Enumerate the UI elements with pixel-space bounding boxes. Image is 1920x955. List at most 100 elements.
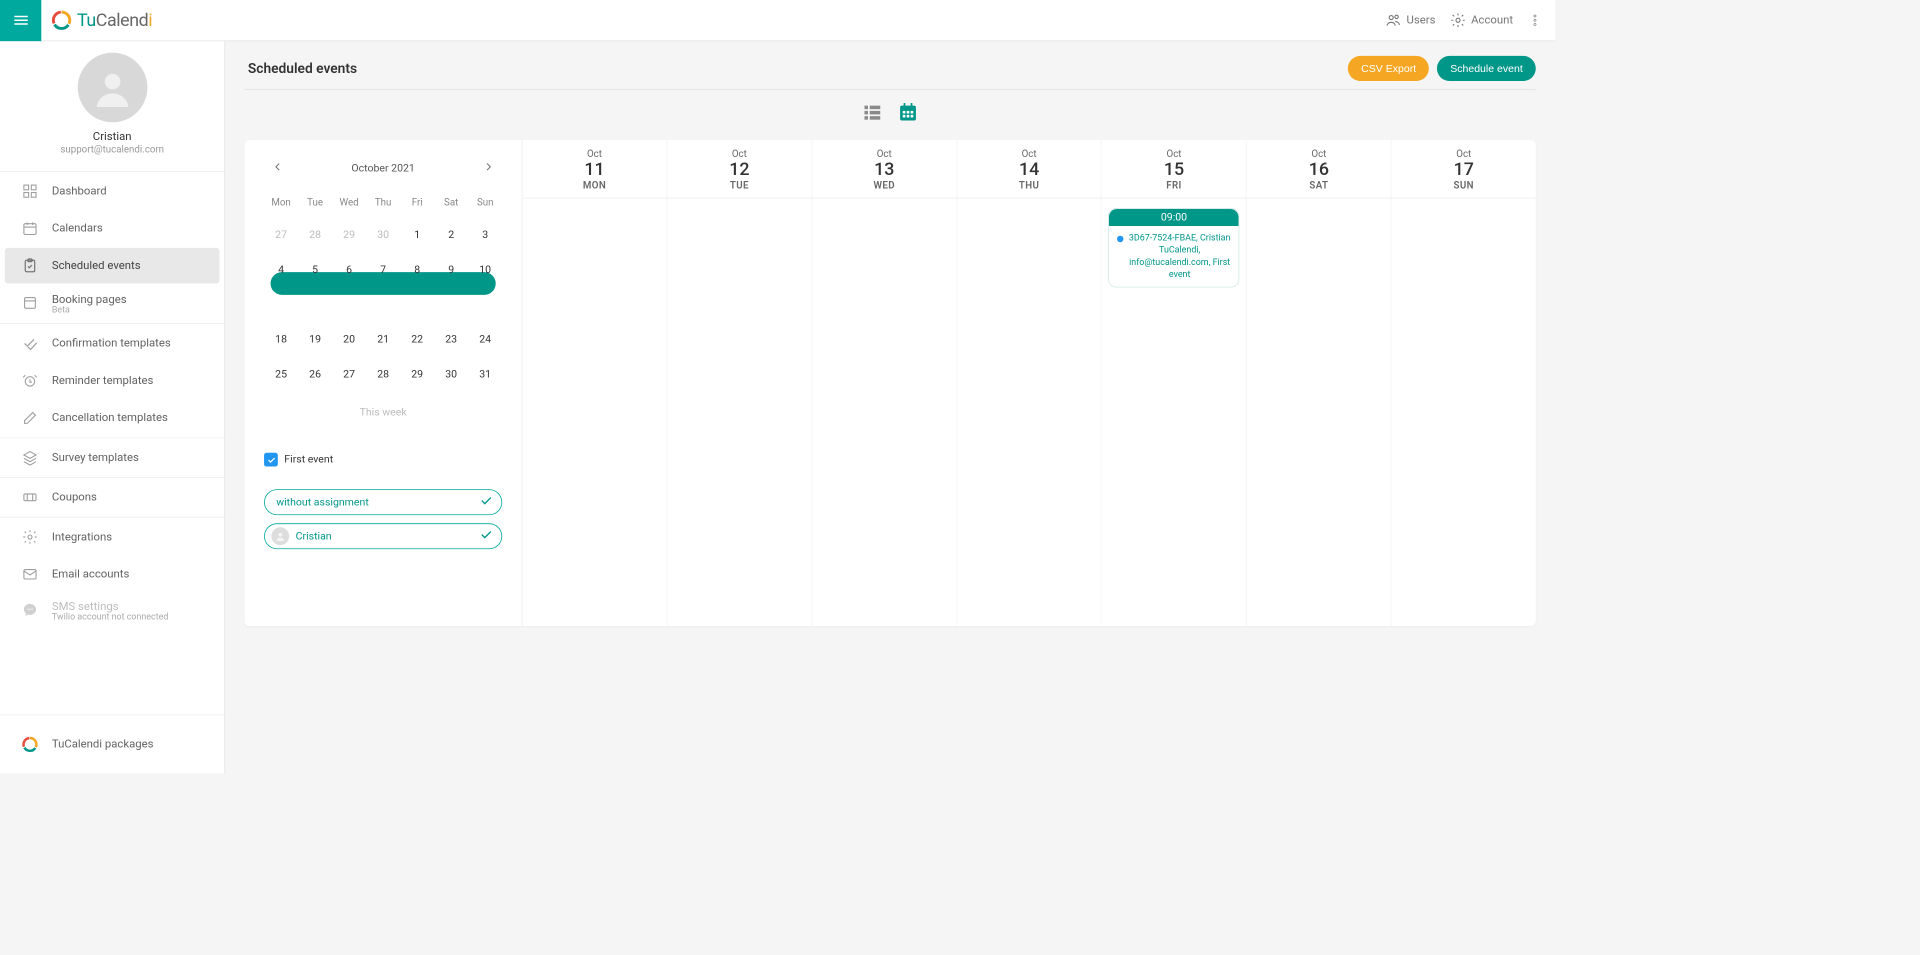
nav-integrations-label: Integrations — [52, 531, 112, 544]
account-link[interactable]: Account — [1450, 12, 1513, 28]
schedule-event-button[interactable]: Schedule event — [1437, 56, 1536, 81]
mini-cal-day[interactable]: 23 — [434, 327, 468, 352]
profile-avatar[interactable] — [77, 53, 147, 123]
chip-avatar-icon — [271, 527, 289, 545]
filter-first-event[interactable]: First event — [264, 453, 502, 467]
mini-cal-day[interactable]: 1 — [400, 223, 434, 248]
mini-cal-day[interactable]: 25 — [264, 362, 298, 387]
nav-cancellation-templates[interactable]: Cancellation templates — [5, 400, 220, 436]
nav-email-accounts[interactable]: Email accounts — [5, 556, 220, 592]
mini-cal-day[interactable]: 29 — [332, 223, 366, 248]
page-title: Scheduled events — [248, 60, 357, 76]
mini-cal-day[interactable]: 8 — [400, 258, 434, 283]
mini-cal-day[interactable]: 7 — [366, 258, 400, 283]
mini-cal-day[interactable]: 22 — [400, 327, 434, 352]
event-time: 09:00 — [1109, 209, 1238, 226]
nav-coupons[interactable]: Coupons — [5, 480, 220, 516]
mini-cal-day[interactable]: 19 — [298, 327, 332, 352]
view-calendar-button[interactable] — [897, 101, 918, 125]
profile-name: Cristian — [93, 130, 132, 143]
day-dow-label: THU — [957, 180, 1101, 191]
mini-cal-day[interactable]: 31 — [468, 362, 502, 387]
view-list-button[interactable] — [862, 101, 883, 125]
next-month-button[interactable] — [480, 158, 498, 179]
this-week-button[interactable]: This week — [264, 407, 502, 419]
week-day-header[interactable]: Oct17SUN — [1392, 140, 1536, 198]
check-icon — [479, 493, 494, 511]
nav-scheduled-events[interactable]: Scheduled events — [5, 248, 220, 284]
mini-cal-day[interactable]: 4 — [264, 258, 298, 283]
mini-cal-day[interactable]: 17 — [468, 292, 502, 317]
week-day-header[interactable]: Oct14THU — [957, 140, 1102, 198]
week-day-column — [1392, 198, 1536, 626]
mini-cal-day[interactable]: 6 — [332, 258, 366, 283]
csv-export-button[interactable]: CSV Export — [1348, 56, 1429, 81]
week-day-column — [667, 198, 812, 626]
logo-ring-icon — [51, 10, 72, 31]
filter-first-event-label: First event — [284, 454, 333, 466]
nav-reminder-templates[interactable]: Reminder templates — [5, 363, 220, 399]
mini-cal-day[interactable]: 16 — [434, 292, 468, 317]
nav-dashboard-label: Dashboard — [52, 185, 107, 198]
week-day-header[interactable]: Oct12TUE — [667, 140, 812, 198]
mini-cal-day[interactable]: 5 — [298, 258, 332, 283]
users-link[interactable]: Users — [1385, 12, 1435, 28]
gear-icon — [1450, 12, 1466, 28]
mini-cal-day[interactable]: 10 — [468, 258, 502, 283]
hamburger-button[interactable] — [0, 0, 41, 41]
mini-cal-day[interactable]: 29 — [400, 362, 434, 387]
mini-cal-day[interactable]: 26 — [298, 362, 332, 387]
list-icon — [862, 101, 883, 122]
chip-without-assignment[interactable]: without assignment — [264, 489, 502, 515]
week-day-column — [522, 198, 667, 626]
mini-cal-day[interactable]: 2 — [434, 223, 468, 248]
week-day-header[interactable]: Oct13WED — [812, 140, 957, 198]
mini-cal-day[interactable]: 11 — [264, 292, 298, 317]
nav-booking-pages[interactable]: Booking pages Beta — [5, 285, 220, 321]
nav-dashboard[interactable]: Dashboard — [5, 173, 220, 209]
prev-month-button[interactable] — [269, 158, 287, 179]
mini-cal-day[interactable]: 28 — [366, 362, 400, 387]
more-vertical-icon — [1528, 13, 1543, 28]
week-day-header[interactable]: Oct15FRI — [1102, 140, 1247, 198]
nav-integrations[interactable]: Integrations — [5, 519, 220, 555]
mini-cal-day[interactable]: 18 — [264, 327, 298, 352]
mini-cal-day[interactable]: 21 — [366, 327, 400, 352]
check-double-icon — [22, 335, 38, 351]
mini-cal-day[interactable]: 15 — [400, 292, 434, 317]
nav-confirmation-templates[interactable]: Confirmation templates — [5, 326, 220, 362]
mini-cal-day[interactable]: 27 — [264, 223, 298, 248]
week-day-column — [1247, 198, 1392, 626]
mini-cal-day[interactable]: 3 — [468, 223, 502, 248]
nav-sms-settings[interactable]: SMS settings Twilio account not connecte… — [5, 594, 220, 629]
week-day-header[interactable]: Oct11MON — [522, 140, 667, 198]
mini-cal-day[interactable]: 13 — [332, 292, 366, 317]
mini-cal-day[interactable]: 20 — [332, 327, 366, 352]
day-month-label: Oct — [1102, 148, 1246, 159]
day-number: 15 — [1102, 160, 1246, 180]
mini-cal-day[interactable]: 30 — [434, 362, 468, 387]
brand-logo[interactable]: TuCalendi — [41, 10, 152, 31]
mini-cal-day[interactable]: 9 — [434, 258, 468, 283]
nav-survey-templates[interactable]: Survey templates — [5, 440, 220, 476]
more-menu-button[interactable] — [1528, 13, 1543, 28]
mini-cal-day[interactable]: 12 — [298, 292, 332, 317]
mini-cal-day[interactable]: 27 — [332, 362, 366, 387]
nav-survey-templates-label: Survey templates — [52, 451, 139, 464]
mini-cal-dow: Tue — [298, 192, 332, 213]
ticket-icon — [22, 489, 38, 505]
nav-calendars[interactable]: Calendars — [5, 211, 220, 247]
mini-cal-day[interactable]: 30 — [366, 223, 400, 248]
event-card[interactable]: 09:003D67-7524-FBAE, Cristian TuCalendi,… — [1108, 208, 1239, 288]
week-day-column — [957, 198, 1102, 626]
account-label: Account — [1471, 14, 1513, 27]
chip-cristian[interactable]: Cristian — [264, 523, 502, 549]
eraser-icon — [22, 410, 38, 426]
mini-cal-day[interactable]: 24 — [468, 327, 502, 352]
mini-cal-day[interactable]: 28 — [298, 223, 332, 248]
nav-packages[interactable]: TuCalendi packages — [5, 727, 220, 763]
week-day-header[interactable]: Oct16SAT — [1247, 140, 1392, 198]
nav-packages-label: TuCalendi packages — [52, 738, 154, 751]
day-number: 11 — [522, 160, 666, 180]
mini-cal-day[interactable]: 14 — [366, 292, 400, 317]
